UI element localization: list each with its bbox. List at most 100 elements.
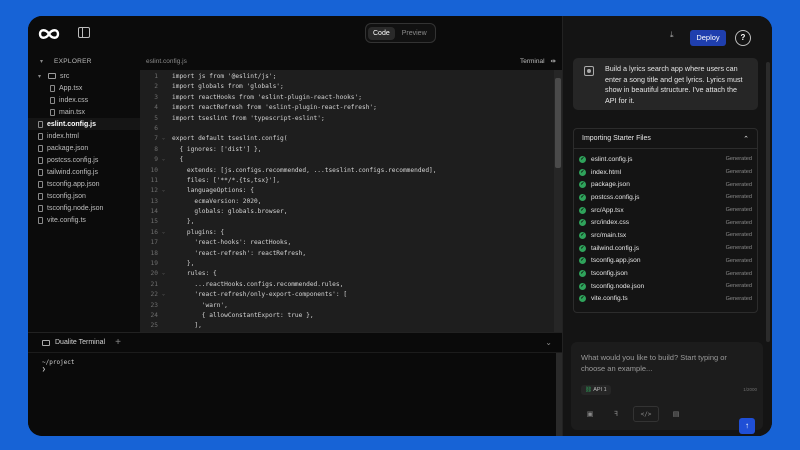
check-icon: ✓ <box>579 219 586 227</box>
chat-header: ⤓ Deploy ? <box>563 16 772 56</box>
logo-icon[interactable] <box>38 25 60 43</box>
code-text: globals: globals.browser, <box>172 208 288 216</box>
tree-item[interactable]: App.tsx <box>28 82 140 94</box>
import-file-name: index.html <box>591 168 622 176</box>
tree-item[interactable]: tsconfig.node.json <box>28 202 140 214</box>
fold-icon[interactable] <box>162 177 172 187</box>
preview-tab[interactable]: Preview <box>397 27 432 40</box>
import-row: ✓ src/index.css Generated <box>579 216 752 229</box>
tree-item[interactable]: eslint.config.js <box>28 118 140 130</box>
terminal-output[interactable]: ~/project ❯ <box>28 353 556 436</box>
tree-item[interactable]: tsconfig.json <box>28 190 140 202</box>
tree-item[interactable]: vite.config.ts <box>28 214 140 226</box>
tree-item[interactable]: index.html <box>28 130 140 142</box>
tree-item[interactable]: postcss.config.js <box>28 154 140 166</box>
fold-icon[interactable] <box>162 239 172 249</box>
file-icon <box>50 96 55 104</box>
chevron-up-icon[interactable]: ⌃ <box>743 135 749 143</box>
terminal-toggle[interactable]: Terminal ⇹ <box>520 57 556 66</box>
chevron-down-icon[interactable]: ⌄ <box>545 338 552 347</box>
editor-scrollbar[interactable] <box>554 70 562 332</box>
fold-icon[interactable] <box>162 312 172 322</box>
import-status: Generated <box>725 169 752 176</box>
fold-icon[interactable] <box>162 104 172 114</box>
deploy-button[interactable]: Deploy <box>690 30 726 46</box>
fold-icon[interactable]: ⌄ <box>162 156 172 166</box>
fold-icon[interactable] <box>162 218 172 228</box>
chevron-down-icon[interactable]: ▾ <box>38 73 44 80</box>
chat-panel: ⤓ Deploy ? Build a lyrics search app whe… <box>562 16 772 436</box>
line-number: 3 <box>154 93 158 101</box>
download-icon[interactable]: ⤓ <box>670 30 678 39</box>
code-line: 20 ⌄ rules: { <box>140 270 552 280</box>
code-line: 9 ⌄ { <box>140 156 552 166</box>
line-number: 19 <box>150 260 158 268</box>
fold-icon[interactable] <box>162 73 172 83</box>
fold-icon[interactable]: ⌄ <box>162 291 172 301</box>
code-text: 'warn', <box>172 301 228 309</box>
api-chip[interactable]: ⛓ API 1 <box>581 385 611 395</box>
figma-icon[interactable]: ꟻ <box>607 406 625 422</box>
fold-icon[interactable]: ⌄ <box>162 229 172 239</box>
fold-icon[interactable] <box>162 322 172 332</box>
line-number: 18 <box>150 249 158 257</box>
tree-item[interactable]: package.json <box>28 142 140 154</box>
code-text: import reactRefresh from 'eslint-plugin-… <box>172 104 377 112</box>
fold-icon[interactable] <box>162 146 172 156</box>
check-icon: ✓ <box>579 282 586 290</box>
code-import-button[interactable]: </> <box>633 406 659 422</box>
add-terminal-icon[interactable]: + <box>115 337 121 348</box>
fold-icon[interactable] <box>162 83 172 93</box>
fold-icon[interactable] <box>162 302 172 312</box>
line-number: 23 <box>150 301 158 309</box>
tree-item-label: vite.config.ts <box>47 216 86 224</box>
image-upload-icon[interactable]: ▣ <box>581 406 599 422</box>
fold-icon[interactable] <box>162 250 172 260</box>
code-text: ...reactHooks.configs.recommended.rules, <box>172 280 344 288</box>
fold-icon[interactable] <box>162 208 172 218</box>
prompt-input[interactable]: What would you like to build? Start typi… <box>581 352 741 374</box>
fold-icon[interactable] <box>162 94 172 104</box>
tree-item[interactable]: tailwind.config.js <box>28 166 140 178</box>
file-tab[interactable]: eslint.config.js <box>146 58 187 65</box>
import-file-name: postcss.config.js <box>591 193 640 201</box>
fold-icon[interactable]: ⌄ <box>162 135 172 145</box>
template-icon[interactable]: ▤ <box>667 406 685 422</box>
image-icon <box>584 66 594 76</box>
tree-item[interactable]: tsconfig.app.json <box>28 178 140 190</box>
terminal-prompt: ❯ <box>42 366 46 373</box>
chevron-down-icon[interactable]: ▾ <box>40 58 46 65</box>
fold-icon[interactable] <box>162 198 172 208</box>
import-status: Generated <box>725 245 752 252</box>
sidebar-toggle-icon[interactable] <box>78 27 90 38</box>
fold-icon[interactable] <box>162 167 172 177</box>
line-number: 20 <box>150 270 158 278</box>
fold-icon[interactable] <box>162 281 172 291</box>
code-tab[interactable]: Code <box>368 26 395 40</box>
fold-icon[interactable]: ⌄ <box>162 270 172 280</box>
fold-icon[interactable]: ⌄ <box>162 187 172 197</box>
tree-item[interactable]: index.css <box>28 94 140 106</box>
chat-scrollbar[interactable] <box>766 62 770 342</box>
code-text: { <box>172 156 184 164</box>
fold-icon[interactable] <box>162 115 172 125</box>
import-header[interactable]: Importing Starter Files ⌃ <box>574 129 757 149</box>
file-icon <box>38 204 43 212</box>
code-line: 7 ⌄ export default tseslint.config( <box>140 135 552 145</box>
code-area[interactable]: 1 import js from '@eslint/js'; 2 import glo… <box>140 70 552 332</box>
line-number: 22 <box>150 291 158 299</box>
fold-icon[interactable] <box>162 125 172 135</box>
char-counter: 1/2000 <box>743 387 757 392</box>
scrollbar-thumb[interactable] <box>555 78 561 168</box>
code-line: 4 import reactRefresh from 'eslint-plugin… <box>140 104 552 114</box>
code-line: 21 ...reactHooks.configs.recommended.rul… <box>140 281 552 291</box>
tree-item[interactable]: main.tsx <box>28 106 140 118</box>
terminal-tab[interactable]: Dualite Terminal <box>42 339 105 346</box>
tree-item[interactable]: ▾ src <box>28 70 140 82</box>
code-text: import js from '@eslint/js'; <box>172 73 277 80</box>
send-button[interactable]: ↑ <box>739 418 755 434</box>
code-text: ], <box>172 322 202 330</box>
split-icon[interactable]: ⇹ <box>551 57 556 65</box>
fold-icon[interactable] <box>162 260 172 270</box>
help-button[interactable]: ? <box>735 30 751 46</box>
